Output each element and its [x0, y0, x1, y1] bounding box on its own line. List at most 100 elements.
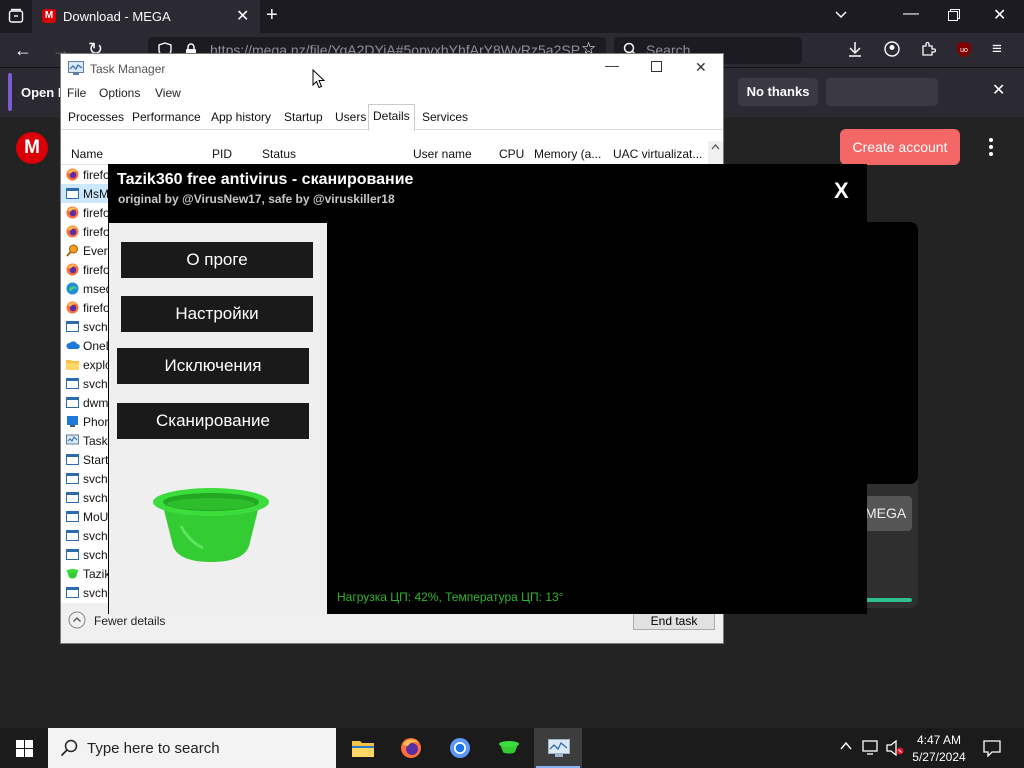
- menu-file[interactable]: File: [67, 86, 86, 100]
- extensions-icon[interactable]: [920, 41, 936, 57]
- scroll-up-icon[interactable]: [711, 144, 720, 150]
- fewer-details-toggle[interactable]: Fewer details: [68, 611, 188, 631]
- notification-accent: [8, 73, 12, 111]
- close-notification-icon[interactable]: ✕: [992, 83, 1005, 99]
- network-icon[interactable]: [862, 740, 880, 756]
- table-row[interactable]: Start: [61, 450, 109, 469]
- menu-view[interactable]: View: [155, 86, 181, 100]
- column-pid[interactable]: PID: [212, 147, 232, 161]
- table-row[interactable]: firefo: [61, 222, 109, 241]
- taskbar-search-icon: [60, 739, 78, 757]
- minimize-icon[interactable]: —: [903, 6, 919, 22]
- create-account-button[interactable]: Create account: [840, 129, 960, 165]
- table-row[interactable]: Phor: [61, 412, 109, 431]
- table-row[interactable]: OneD: [61, 336, 109, 355]
- taskbar-firefox[interactable]: [387, 728, 435, 768]
- tab-app-history[interactable]: App history: [207, 106, 275, 130]
- no-thanks-button[interactable]: No thanks: [738, 78, 818, 106]
- clock-date[interactable]: 5/27/2024: [904, 750, 974, 764]
- taskbar-file-explorer[interactable]: [338, 728, 386, 768]
- settings-button[interactable]: Настройки: [121, 296, 313, 332]
- mega-download-button[interactable]: MEGA: [862, 496, 912, 531]
- notification-action-button[interactable]: [826, 78, 938, 106]
- account-icon[interactable]: [884, 41, 900, 57]
- phone-icon: [66, 415, 79, 428]
- column-user-name[interactable]: User name: [413, 147, 472, 161]
- column-name[interactable]: Name: [71, 147, 103, 161]
- taskbar-search-input[interactable]: Type here to search: [48, 728, 336, 768]
- back-icon[interactable]: ←: [14, 41, 32, 59]
- tm-maximize-icon[interactable]: [651, 61, 662, 72]
- end-task-button[interactable]: End task: [633, 612, 715, 630]
- ublock-origin-icon[interactable]: uo: [956, 41, 972, 58]
- table-row[interactable]: firefo: [61, 298, 109, 317]
- table-row[interactable]: svch: [61, 545, 109, 564]
- details-table-header: Name PID Status User name CPU Memory (a.…: [61, 141, 723, 165]
- hamburger-menu-icon[interactable]: ≡: [992, 40, 1002, 57]
- show-hidden-icons[interactable]: [840, 741, 852, 751]
- kebab-menu-icon[interactable]: [987, 137, 995, 157]
- taskbar-chrome[interactable]: [436, 728, 484, 768]
- tab-startup[interactable]: Startup: [280, 106, 327, 130]
- taskbar-task-manager[interactable]: [534, 728, 582, 768]
- tm-minimize-icon[interactable]: —: [605, 57, 619, 73]
- tab-users[interactable]: Users: [331, 106, 370, 130]
- menu-options[interactable]: Options: [99, 86, 140, 100]
- table-row[interactable]: svch: [61, 469, 109, 488]
- download-icon[interactable]: [847, 41, 863, 57]
- column-memory[interactable]: Memory (a...: [534, 147, 601, 161]
- column-status[interactable]: Status: [262, 147, 296, 161]
- tab-title: Download - MEGA: [63, 9, 171, 24]
- process-name: Tazik: [83, 567, 109, 581]
- task-manager-titlebar[interactable]: Task Manager — ✕: [61, 54, 723, 83]
- restore-icon[interactable]: [948, 9, 960, 21]
- table-row[interactable]: Tazik: [61, 564, 109, 583]
- table-row[interactable]: firefo: [61, 260, 109, 279]
- tab-services[interactable]: Services: [418, 106, 472, 130]
- chevron-down-icon[interactable]: [834, 8, 848, 22]
- tab-details[interactable]: Details: [368, 104, 415, 131]
- scan-button[interactable]: Сканирование: [117, 403, 309, 439]
- table-row[interactable]: dwm: [61, 393, 109, 412]
- table-row[interactable]: svch: [61, 526, 109, 545]
- about-button[interactable]: О проге: [121, 242, 313, 278]
- table-row[interactable]: svch: [61, 488, 109, 507]
- tab-download-mega[interactable]: M Download - MEGA ✕: [32, 0, 260, 33]
- table-row[interactable]: firefo: [61, 165, 109, 184]
- table-row[interactable]: explo: [61, 355, 109, 374]
- tab-performance[interactable]: Performance: [128, 106, 205, 130]
- tazik-close-button[interactable]: X: [834, 178, 849, 204]
- tazik-sidebar: О проге Настройки Исключения Сканировани…: [109, 223, 327, 614]
- close-window-icon[interactable]: ✕: [993, 8, 1006, 24]
- volume-muted-icon[interactable]: [886, 740, 904, 756]
- taskmgr-icon: [66, 434, 79, 447]
- column-cpu[interactable]: CPU: [499, 147, 524, 161]
- column-uac[interactable]: UAC virtualizat...: [613, 147, 702, 161]
- task-manager-title: Task Manager: [90, 62, 166, 76]
- close-tab-icon[interactable]: ✕: [236, 6, 249, 26]
- windows-start-icon[interactable]: [16, 740, 33, 757]
- tab-list-icon[interactable]: [8, 8, 24, 24]
- magnifier-icon: [66, 244, 79, 257]
- table-row[interactable]: svch: [61, 374, 109, 393]
- table-row[interactable]: Every: [61, 241, 109, 260]
- table-row[interactable]: MsM: [61, 184, 109, 203]
- table-row[interactable]: MoU: [61, 507, 109, 526]
- window-icon: [66, 586, 79, 599]
- taskbar-tazik[interactable]: [485, 728, 533, 768]
- table-row[interactable]: msed: [61, 279, 109, 298]
- new-tab-icon[interactable]: +: [266, 5, 278, 25]
- tab-processes[interactable]: Processes: [64, 106, 128, 130]
- tm-scrollbar[interactable]: [708, 141, 723, 165]
- exclusions-button[interactable]: Исключения: [117, 348, 309, 384]
- window-icon: [66, 453, 79, 466]
- table-row[interactable]: firefo: [61, 203, 109, 222]
- table-row[interactable]: svch: [61, 317, 109, 336]
- table-row[interactable]: Taskr: [61, 431, 109, 450]
- clock-time[interactable]: 4:47 AM: [904, 733, 974, 747]
- process-name: svch: [83, 491, 108, 505]
- table-row[interactable]: svch: [61, 583, 109, 602]
- tm-close-icon[interactable]: ✕: [695, 59, 707, 76]
- mega-logo-icon[interactable]: M: [16, 132, 48, 164]
- notifications-icon[interactable]: [983, 740, 1001, 757]
